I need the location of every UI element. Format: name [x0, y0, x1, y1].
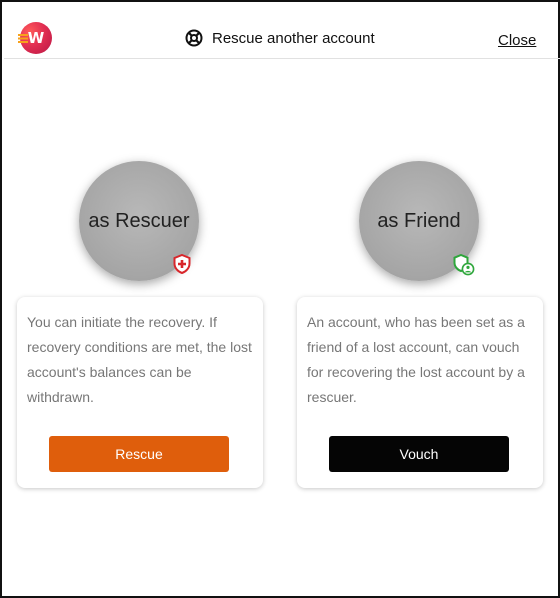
logo-letter: W [27, 28, 45, 47]
app-logo: W [18, 22, 52, 54]
lifebuoy-icon [185, 29, 203, 47]
friend-card: An account, who has been set as a friend… [297, 297, 543, 488]
rescuer-card: You can initiate the recovery. If recove… [17, 297, 263, 488]
friend-description: An account, who has been set as a friend… [307, 314, 525, 405]
rescue-button[interactable]: Rescue [49, 436, 229, 472]
dialog-title: Rescue another account [185, 26, 375, 50]
close-button[interactable]: Close [498, 32, 536, 49]
rescuer-label: as Rescuer [88, 209, 190, 232]
shield-user-icon [453, 254, 475, 276]
dialog-header: W Rescue another account Close [4, 4, 560, 59]
dialog-title-text: Rescue another account [212, 29, 375, 47]
rescuer-description: You can initiate the recovery. If recove… [27, 314, 252, 405]
logo-stripes-icon [18, 34, 28, 43]
rescue-dialog: W Rescue another account Close as Rescue… [0, 0, 560, 598]
vouch-button[interactable]: Vouch [329, 436, 509, 472]
shield-plus-icon [173, 254, 191, 274]
friend-label: as Friend [377, 209, 461, 232]
